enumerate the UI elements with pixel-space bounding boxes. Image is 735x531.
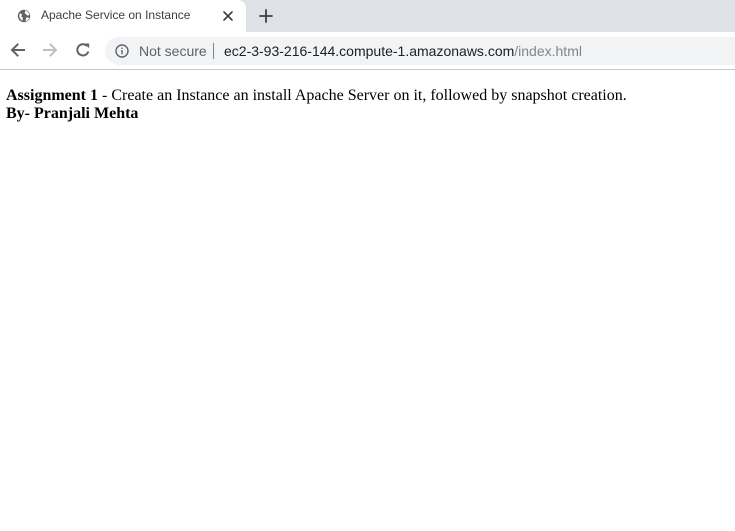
not-secure-label[interactable]: Not secure [139,37,207,65]
assignment-description: - Create an Instance an install Apache S… [98,87,627,104]
url-text[interactable]: ec2-3-93-216-144.compute-1.amazonaws.com… [224,37,582,65]
url-path: /index.html [514,43,582,59]
address-bar[interactable]: Not secure ec2-3-93-216-144.compute-1.am… [105,37,735,65]
forward-arrow-icon[interactable] [41,41,59,59]
tab-active[interactable]: Apache Service on Instance [0,0,246,32]
page-content: Assignment 1 - Create an Instance an ins… [0,70,735,531]
assignment-label: Assignment 1 [6,87,99,104]
info-icon[interactable] [115,44,129,58]
browser-window: Apache Service on Instance Not secure ec… [0,0,735,531]
reload-icon[interactable] [74,41,92,59]
assignment-line: Assignment 1 - Create an Instance an ins… [6,87,627,105]
omnibox-divider [213,43,214,59]
tab-strip: Apache Service on Instance [0,0,735,32]
author-name: By- Pranjali Mehta [6,105,139,122]
globe-icon [17,9,31,23]
close-icon[interactable] [221,9,235,23]
author-line: By- Pranjali Mehta [6,105,627,123]
back-arrow-icon[interactable] [9,41,27,59]
toolbar: Not secure ec2-3-93-216-144.compute-1.am… [0,32,735,70]
url-host: ec2-3-93-216-144.compute-1.amazonaws.com [224,43,515,59]
new-tab-plus-icon[interactable] [257,7,275,25]
page-body-text: Assignment 1 - Create an Instance an ins… [6,87,627,123]
tab-title: Apache Service on Instance [41,8,191,22]
